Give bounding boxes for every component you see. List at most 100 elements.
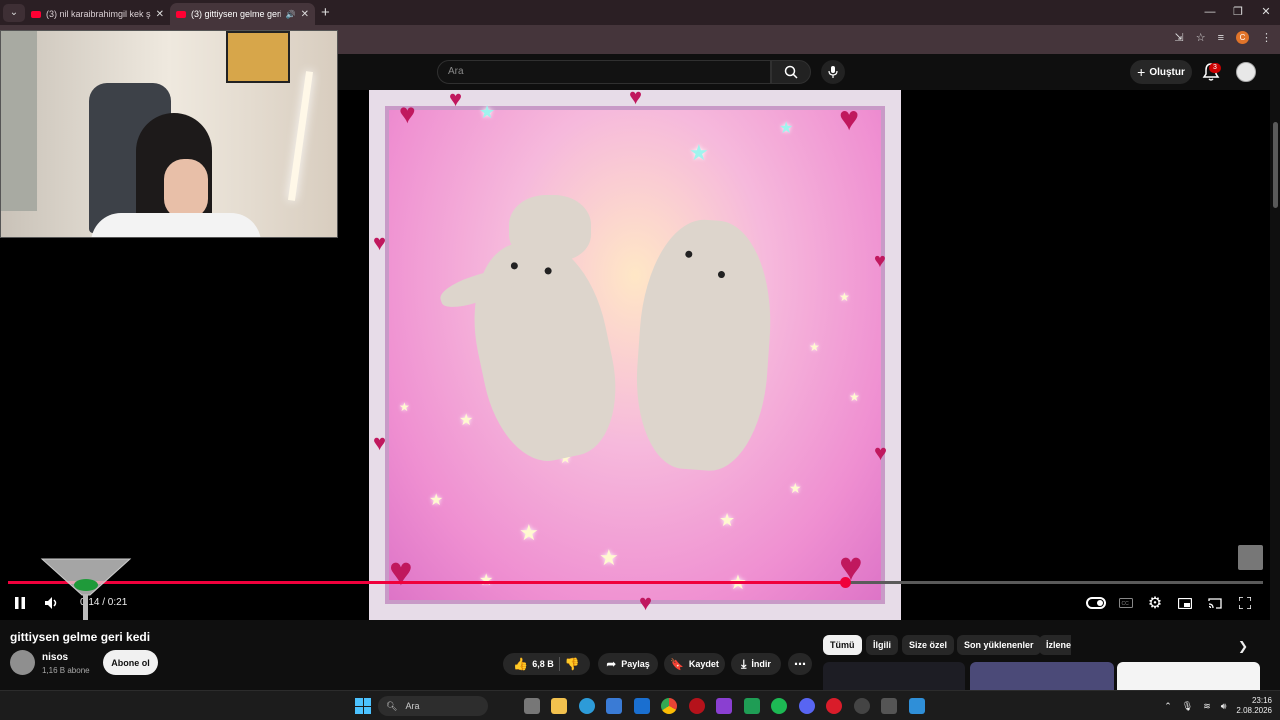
discord-icon[interactable] [799,698,815,714]
star-decoration: ★ [479,102,496,122]
recommended-thumbnail[interactable] [970,662,1114,690]
heart-decoration: ♥ [373,430,387,455]
taskbar-search-placeholder: Ara [405,701,420,711]
star-decoration: ★ [779,120,794,137]
recommended-thumbnail[interactable] [1117,662,1260,690]
chevron-up-icon[interactable]: ⌃ [1164,701,1172,712]
download-button[interactable]: ⤓ İndir [731,653,781,675]
minimize-icon[interactable]: — [1196,0,1224,25]
miniplayer-icon [1178,597,1192,609]
page-scrollbar[interactable] [1270,54,1280,690]
mail-icon[interactable] [634,698,650,714]
spotify-icon[interactable] [771,698,787,714]
scrollbar-thumb[interactable] [1273,122,1278,208]
system-tray: ⌃ 🎙︎ ≋ 🔊︎ 23:16 2.08.2026 [1164,696,1272,716]
chip-all[interactable]: Tümü [823,635,862,655]
download-icon: ⤓ [741,656,747,671]
share-icon: ➦ [606,657,617,671]
chip-related[interactable]: İlgili [866,635,898,655]
miniplayer-button[interactable] [1175,593,1195,613]
browser-menu-icon[interactable]: ⋮ [1261,31,1272,44]
close-tab-icon[interactable]: ✕ [156,9,164,20]
github-icon[interactable] [854,698,870,714]
create-button[interactable]: + Oluştur [1130,60,1192,84]
fullscreen-button[interactable] [1235,593,1255,613]
like-button[interactable]: 👍 6,8 B [513,657,553,671]
star-decoration: ★ [429,492,444,509]
pause-button[interactable] [10,593,30,613]
maximize-icon[interactable]: ❐ [1224,0,1252,25]
close-window-icon[interactable]: ✕ [1252,0,1280,25]
webcam-floor-lamp [287,71,314,201]
chip-recent[interactable]: Son yüklenenler [957,635,1041,655]
speaker-icon[interactable]: 🔊 [286,10,296,19]
install-app-icon[interactable]: ⇲ [1174,31,1183,44]
search-input[interactable]: Ara [437,60,771,84]
settings-button[interactable]: ⚙ [1145,593,1165,613]
share-label: Paylaş [621,659,650,669]
cat-eye [717,270,726,279]
video-frame[interactable]: ♥ ♥ ♥ ♥ ♥ ♥ ♥ ♥ ♥ ♥ ♥ ★ ★ ★ ★ ★ ★ ★ ★ ★ … [369,90,901,620]
snipping-tool-icon[interactable] [909,698,925,714]
chrome-icon[interactable] [661,698,677,714]
media-controls-icon[interactable]: ≡ [1218,32,1224,44]
tab-nil-karaibrahimgil[interactable]: (3) nil karaibrahimgil kek şarkısı ✕ [25,3,170,25]
windows-start-icon[interactable] [355,698,371,714]
tab-gittiysen-gelme[interactable]: (3) gittiysen gelme geri kedi 🔊 ✕ [170,3,315,25]
star-decoration: ★ [839,290,850,304]
chip-watched[interactable]: İzlene [1039,635,1071,655]
new-tab-button[interactable]: + [321,4,330,21]
pause-icon [15,597,25,609]
clock-date: 2.08.2026 [1236,706,1272,715]
profile-avatar[interactable]: C [1236,31,1249,44]
opera-icon[interactable] [826,698,842,714]
screen-app-icon[interactable] [881,698,897,714]
cast-button[interactable] [1205,593,1225,613]
star-decoration: ★ [479,570,493,590]
channel-avatar[interactable] [10,650,35,675]
task-view-icon[interactable] [524,698,540,714]
bookmark-star-icon[interactable]: ☆ [1196,31,1206,44]
jeweled-frame [369,90,901,620]
clock[interactable]: 23:16 2.08.2026 [1236,696,1272,716]
create-label: Oluştur [1149,66,1185,78]
wifi-icon[interactable]: ≋ [1203,701,1211,712]
play-store-icon[interactable] [744,698,760,714]
record-app-icon[interactable] [689,698,705,714]
channel-watermark[interactable] [1238,545,1263,570]
close-tab-icon[interactable]: ✕ [301,9,309,20]
share-button[interactable]: ➦ Paylaş [598,653,658,675]
save-button[interactable]: 🔖 Kaydet [664,653,725,675]
tab-search-button[interactable]: ⌄ [3,3,25,22]
subscribe-button[interactable]: Abone ol [103,650,158,675]
store-icon[interactable] [606,698,622,714]
webcam-streamer-face [164,159,208,219]
taskbar-search[interactable]: 🔍︎ Ara [378,696,488,716]
thumbs-up-icon: 👍 [513,657,529,671]
autoplay-toggle[interactable] [1086,597,1106,609]
video-progress-bar[interactable] [8,577,1263,588]
microphone-icon[interactable]: 🎙︎ [1182,701,1193,712]
tab-label: (3) nil karaibrahimgil kek şarkısı [46,9,151,19]
media-app-icon[interactable] [716,698,732,714]
edge-icon[interactable] [579,698,595,714]
dislike-button[interactable]: 👎 [565,657,580,671]
subtitles-button[interactable]: CC [1116,593,1136,613]
cast-icon [1208,597,1222,609]
recommended-thumbnail[interactable] [823,662,965,690]
video-info-section: gittiysen gelme geri kedi nisos 1,16 B a… [0,620,1270,690]
file-explorer-icon[interactable] [551,698,567,714]
chevron-right-icon[interactable]: ❯ [1238,639,1248,653]
more-actions-button[interactable]: ⋯ [788,653,812,675]
chip-for-you[interactable]: Size özel [902,635,955,655]
video-title: gittiysen gelme geri kedi [10,630,151,644]
star-decoration: ★ [599,545,619,570]
webcam-window-background [1,31,37,211]
star-decoration: ★ [849,390,860,404]
volume-icon[interactable]: 🔊︎ [1221,701,1227,712]
progress-scrubber[interactable] [840,577,852,588]
voice-search-button[interactable] [821,60,845,84]
channel-name[interactable]: nisos [42,652,68,663]
search-button[interactable] [771,60,811,84]
account-avatar[interactable] [1236,62,1256,82]
